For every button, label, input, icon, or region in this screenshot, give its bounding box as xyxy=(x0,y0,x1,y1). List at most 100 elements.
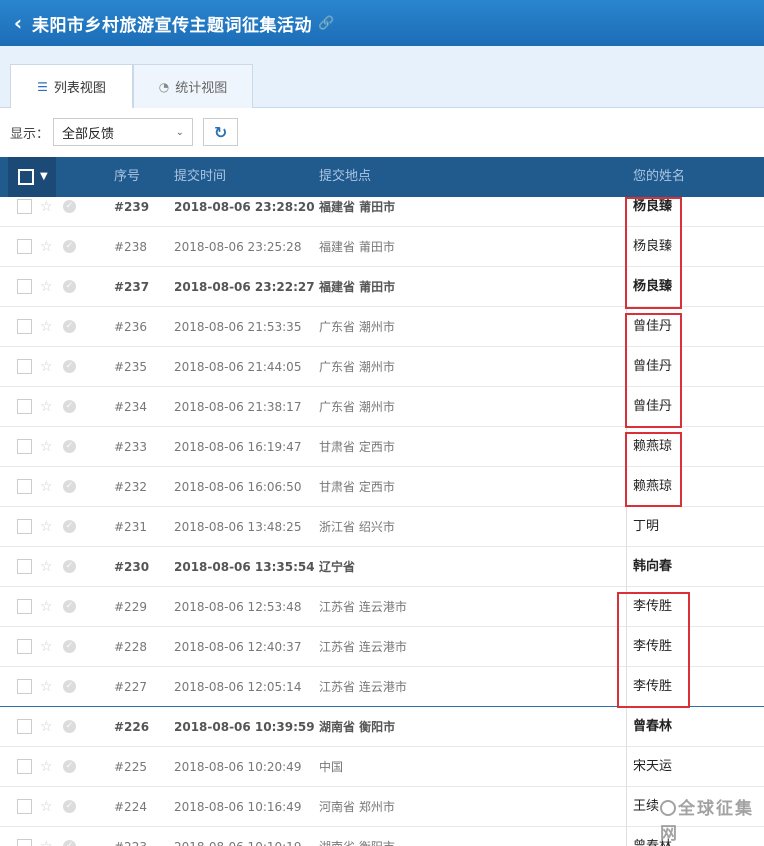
annotation-box xyxy=(625,313,682,428)
check-circle-icon: ✓ xyxy=(63,720,76,733)
table-row[interactable]: ☆ ✓ #231 2018-08-06 13:48:25 浙江省 绍兴市 丁明 xyxy=(0,507,764,547)
column-header-name[interactable]: 您的姓名 xyxy=(633,157,685,197)
star-icon[interactable]: ☆ xyxy=(40,467,53,507)
star-icon[interactable]: ☆ xyxy=(40,307,53,347)
row-seq: #230 xyxy=(114,560,150,574)
tab-list-view[interactable]: ☰ 列表视图 xyxy=(10,64,133,109)
row-checkbox[interactable] xyxy=(17,399,32,414)
select-all-checkbox[interactable] xyxy=(18,169,34,185)
check-circle-icon: ✓ xyxy=(63,640,76,653)
check-circle-icon: ✓ xyxy=(63,480,76,493)
row-checkbox[interactable] xyxy=(17,719,32,734)
row-location: 广东省 潮州市 xyxy=(319,320,395,334)
row-seq: #234 xyxy=(114,400,147,414)
row-checkbox[interactable] xyxy=(17,559,32,574)
page-title: 耒阳市乡村旅游宣传主题词征集活动 xyxy=(32,15,312,36)
star-icon[interactable]: ☆ xyxy=(40,787,53,827)
star-icon[interactable]: ☆ xyxy=(40,747,53,787)
row-checkbox[interactable] xyxy=(17,319,32,334)
star-icon[interactable]: ☆ xyxy=(40,197,53,227)
row-checkbox[interactable] xyxy=(17,759,32,774)
row-location: 江苏省 连云港市 xyxy=(319,600,407,614)
row-checkbox[interactable] xyxy=(17,639,32,654)
row-name: 曾春林 xyxy=(633,719,673,734)
row-seq: #223 xyxy=(114,827,147,846)
row-checkbox[interactable] xyxy=(17,359,32,374)
row-location: 湖南省 衡阳市 xyxy=(319,720,396,734)
column-header-time[interactable]: 提交时间 xyxy=(174,157,226,197)
annotation-box xyxy=(617,592,690,708)
row-seq: #225 xyxy=(114,760,147,774)
refresh-icon: ↻ xyxy=(213,122,228,142)
table-row[interactable]: ☆ ✓ #226 2018-08-06 10:39:59 湖南省 衡阳市 曾春林 xyxy=(0,707,764,747)
row-time: 2018-08-06 21:44:05 xyxy=(174,360,302,374)
row-seq: #235 xyxy=(114,360,147,374)
annotation-box xyxy=(625,197,682,309)
view-tabs: ☰ 列表视图 ◔ 统计视图 xyxy=(0,46,764,109)
star-icon[interactable]: ☆ xyxy=(40,707,53,747)
row-time: 2018-08-06 13:48:25 xyxy=(174,520,302,534)
select-all-control[interactable]: ▼ xyxy=(8,157,56,197)
star-icon[interactable]: ☆ xyxy=(40,547,53,587)
row-name: 韩向春 xyxy=(633,559,673,574)
star-icon[interactable]: ☆ xyxy=(40,667,53,707)
row-time: 2018-08-06 16:06:50 xyxy=(174,480,302,494)
table-row[interactable]: ☆ ✓ #230 2018-08-06 13:35:54 辽宁省 韩向春 xyxy=(0,547,764,587)
row-location: 河南省 郑州市 xyxy=(319,800,395,814)
row-seq: #228 xyxy=(114,640,147,654)
tab-stats-view[interactable]: ◔ 统计视图 xyxy=(133,64,253,109)
row-location: 甘肃省 定西市 xyxy=(319,480,395,494)
row-checkbox[interactable] xyxy=(17,519,32,534)
star-icon[interactable]: ☆ xyxy=(40,427,53,467)
row-checkbox[interactable] xyxy=(17,839,32,846)
row-time: 2018-08-06 16:19:47 xyxy=(174,440,302,454)
star-icon[interactable]: ☆ xyxy=(40,347,53,387)
star-icon[interactable]: ☆ xyxy=(40,587,53,627)
row-location: 江苏省 连云港市 xyxy=(319,680,407,694)
refresh-button[interactable]: ↻ xyxy=(203,118,239,146)
row-checkbox[interactable] xyxy=(17,799,32,814)
row-time: 2018-08-06 10:10:19 xyxy=(174,827,301,846)
row-location: 广东省 潮州市 xyxy=(319,400,395,414)
chevron-left-icon[interactable]: ‹ xyxy=(4,0,32,46)
row-checkbox[interactable] xyxy=(17,279,32,294)
check-circle-icon: ✓ xyxy=(63,600,76,613)
row-time: 2018-08-06 23:25:28 xyxy=(174,240,302,254)
star-icon[interactable]: ☆ xyxy=(40,387,53,427)
star-icon[interactable]: ☆ xyxy=(40,227,53,267)
chevron-down-icon[interactable]: ▼ xyxy=(40,157,48,197)
select-value: 全部反馈 xyxy=(62,126,115,142)
filter-bar: 显示： 全部反馈 ⌄ ↻ xyxy=(0,108,764,156)
row-checkbox[interactable] xyxy=(17,479,32,494)
star-icon[interactable]: ☆ xyxy=(40,267,53,307)
star-icon[interactable]: ☆ xyxy=(40,507,53,547)
row-time: 2018-08-06 10:20:49 xyxy=(174,760,302,774)
row-location: 福建省 莆田市 xyxy=(319,200,396,214)
column-header-seq[interactable]: 序号 xyxy=(114,157,140,197)
row-location: 中国 xyxy=(319,760,344,774)
table-row[interactable]: ☆✓#2232018-08-06 10:10:19湖南省 衡阳市曾春林 xyxy=(0,827,764,846)
row-location: 江苏省 连云港市 xyxy=(319,640,407,654)
row-checkbox[interactable] xyxy=(17,679,32,694)
row-time: 2018-08-06 12:05:14 xyxy=(174,680,302,694)
table-row[interactable]: ☆ ✓ #224 2018-08-06 10:16:49 河南省 郑州市 王续 xyxy=(0,787,764,827)
row-seq: #236 xyxy=(114,320,147,334)
feedback-filter-select[interactable]: 全部反馈 ⌄ xyxy=(53,118,194,146)
row-checkbox[interactable] xyxy=(17,199,32,214)
check-circle-icon: ✓ xyxy=(63,440,76,453)
row-location: 广东省 潮州市 xyxy=(319,360,395,374)
row-location: 湖南省 衡阳市 xyxy=(319,827,395,846)
row-seq: #231 xyxy=(114,520,147,534)
row-checkbox[interactable] xyxy=(17,439,32,454)
star-icon[interactable]: ☆ xyxy=(40,627,53,667)
row-location: 福建省 莆田市 xyxy=(319,240,395,254)
column-header-location[interactable]: 提交地点 xyxy=(319,157,371,197)
table-row[interactable]: ☆ ✓ #225 2018-08-06 10:20:49 中国 宋天运 xyxy=(0,747,764,787)
row-name: 宋天运 xyxy=(633,759,673,774)
check-circle-icon: ✓ xyxy=(63,280,76,293)
check-circle-icon: ✓ xyxy=(63,200,76,213)
row-checkbox[interactable] xyxy=(17,599,32,614)
row-checkbox[interactable] xyxy=(17,239,32,254)
link-icon[interactable]: 🔗 xyxy=(318,16,334,31)
star-icon[interactable]: ☆ xyxy=(40,827,53,846)
